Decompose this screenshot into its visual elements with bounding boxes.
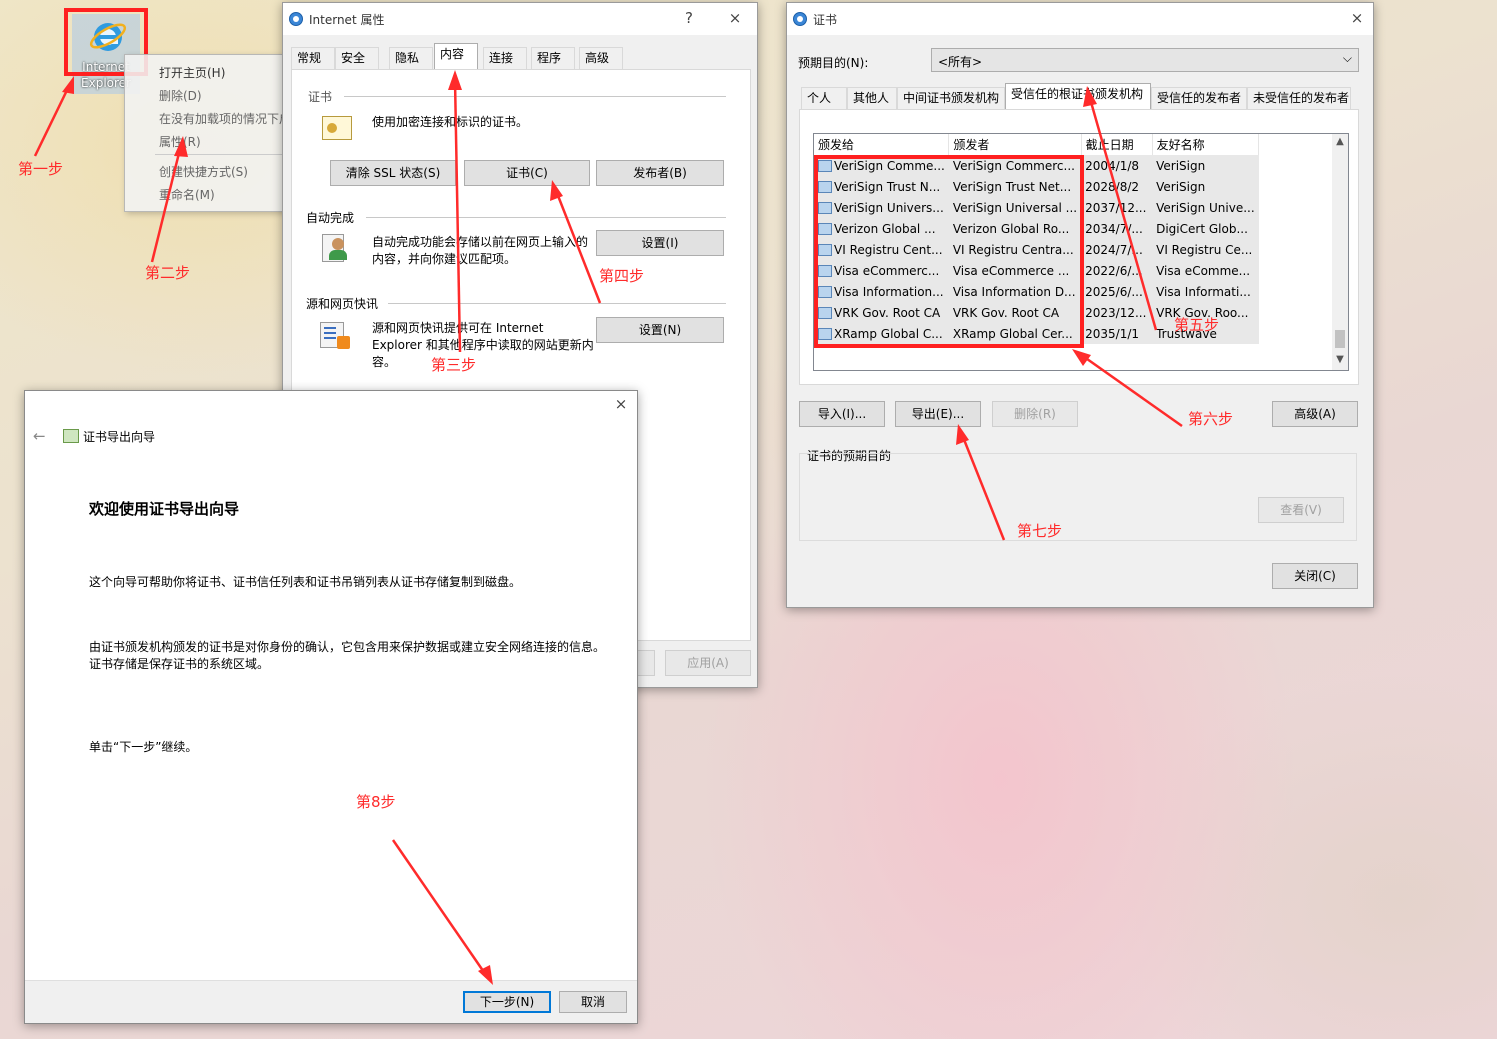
arrow-step7-head: [956, 424, 969, 445]
step6-label: 第六步: [1188, 410, 1234, 428]
arrow-step6-head: [1072, 349, 1091, 366]
step2-label: 第二步: [145, 264, 191, 282]
step7-label: 第七步: [1017, 522, 1063, 540]
step3-label: 第三步: [431, 356, 477, 374]
arrow-step7: [959, 431, 1006, 541]
arrow-step8: [391, 839, 490, 979]
step8-label: 第8步: [356, 793, 396, 811]
arrow-step2-head: [174, 136, 188, 157]
arrow-step1-head: [62, 76, 74, 94]
step1-label: 第一步: [18, 160, 64, 178]
step4-label: 第四步: [599, 267, 645, 285]
arrow-step4: [553, 187, 602, 304]
arrow-step5: [1087, 94, 1158, 331]
arrow-step6: [1079, 352, 1183, 428]
arrow-step3: [453, 79, 462, 353]
arrow-step1: [33, 83, 72, 157]
annotation-arrows: [33, 70, 1183, 985]
step5-label: 第五步: [1174, 316, 1220, 334]
arrow-step2: [150, 144, 183, 263]
arrow-step4-head: [550, 180, 563, 201]
arrow-step3-head: [448, 70, 462, 90]
arrow-step5-head: [1083, 86, 1097, 107]
